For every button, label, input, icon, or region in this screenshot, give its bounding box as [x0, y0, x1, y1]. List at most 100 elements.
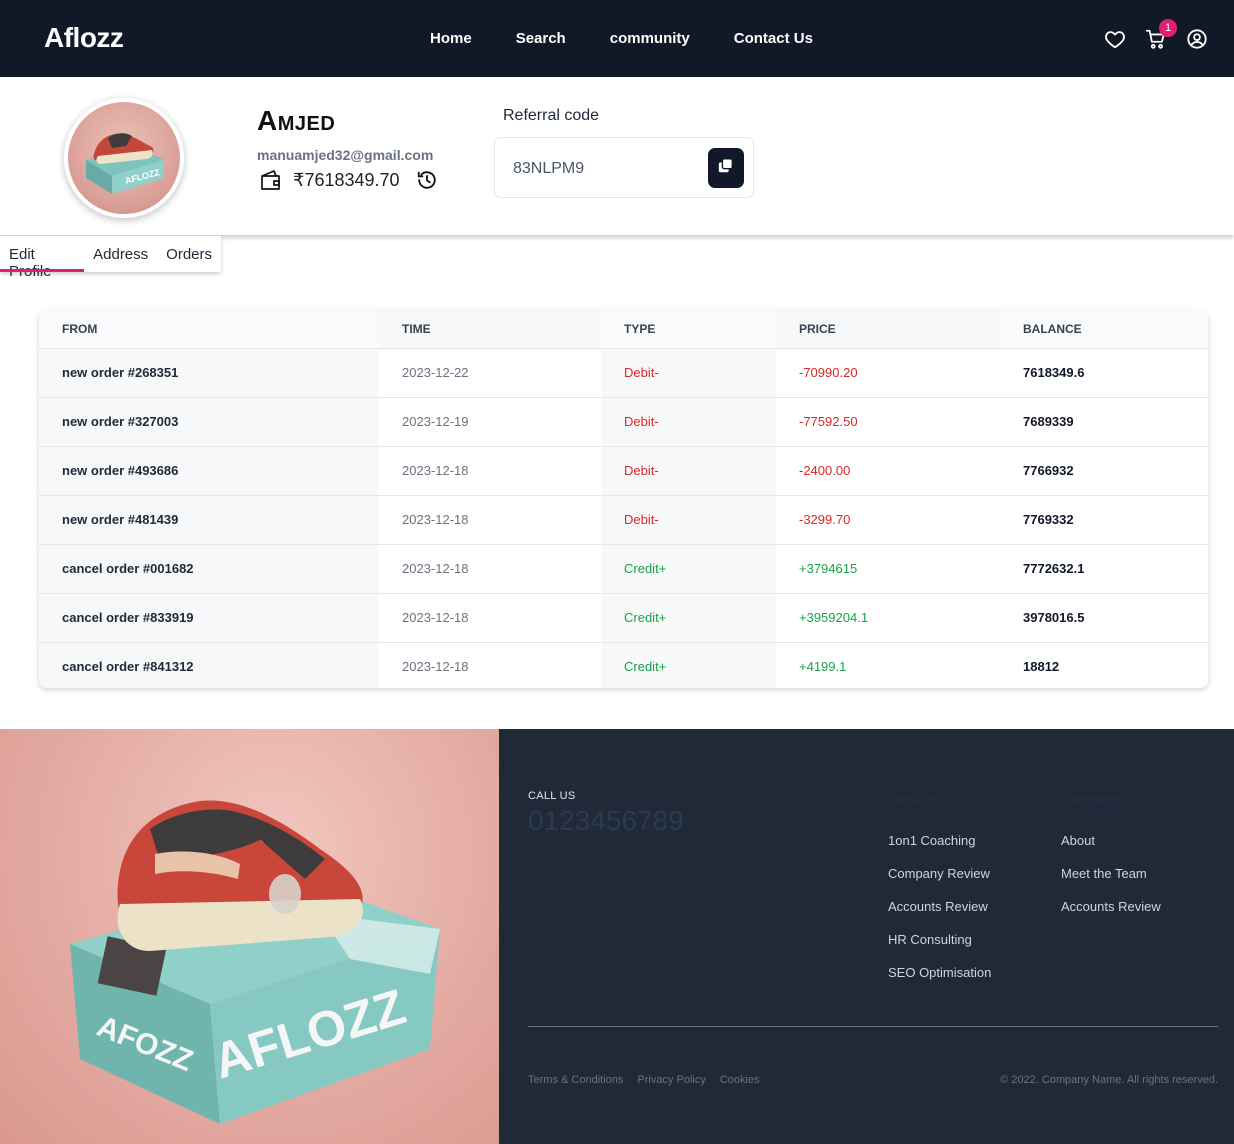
table-header-row: FROM TIME TYPE PRICE BALANCE: [39, 310, 1208, 348]
cart-count-badge: 1: [1159, 19, 1177, 37]
cell-balance: 7766932: [1000, 445, 1208, 495]
column-header-type: TYPE: [601, 310, 776, 348]
site-footer: CALL US 0123456789 Services 1on1 Coachin…: [499, 729, 1234, 1144]
cell-price: -2400.00: [776, 445, 1000, 495]
cell-from: new order #327003: [39, 396, 379, 446]
nav-links: Home Search community Contact Us: [430, 30, 857, 47]
copyright-text: © 2022. Company Name. All rights reserve…: [1000, 1074, 1218, 1086]
table-row: new order #481439 2023-12-18 Debit- -329…: [39, 494, 1208, 544]
footer-link-team[interactable]: Meet the Team: [1061, 866, 1161, 899]
cell-price: +3794615: [776, 543, 1000, 593]
nav-link-community[interactable]: community: [610, 30, 690, 47]
user-email: manuamjed32@gmail.com: [257, 147, 434, 163]
legal-links: Terms & Conditions Privacy Policy Cookie…: [528, 1074, 774, 1086]
footer-divider: [528, 1026, 1218, 1027]
cell-price: -70990.20: [776, 347, 1000, 397]
cell-balance: 3978016.5: [1000, 592, 1208, 642]
cell-balance: 18812: [1000, 641, 1208, 688]
privacy-link[interactable]: Privacy Policy: [637, 1074, 705, 1086]
nav-link-contact[interactable]: Contact Us: [734, 30, 813, 47]
footer-product-image: AFLOZZ AFOZZ: [0, 729, 499, 1144]
cell-balance: 7772632.1: [1000, 543, 1208, 593]
cell-type: Debit-: [601, 396, 776, 446]
services-heading: Services: [888, 791, 942, 807]
footer-link-seo[interactable]: SEO Optimisation: [888, 965, 991, 998]
cell-balance: 7769332: [1000, 494, 1208, 544]
cell-type: Debit-: [601, 445, 776, 495]
call-us-number[interactable]: 0123456789: [528, 805, 684, 837]
cookies-link[interactable]: Cookies: [720, 1074, 760, 1086]
cell-time: 2023-12-22: [379, 347, 601, 397]
cell-from: cancel order #841312: [39, 641, 379, 688]
cell-time: 2023-12-18: [379, 592, 601, 642]
tab-address[interactable]: Address: [84, 236, 157, 272]
cell-time: 2023-12-19: [379, 396, 601, 446]
table-row: cancel order #833919 2023-12-18 Credit+ …: [39, 592, 1208, 642]
cell-time: 2023-12-18: [379, 641, 601, 688]
brand-logo[interactable]: Aflozz: [44, 22, 124, 54]
cell-type: Credit+: [601, 641, 776, 688]
cell-time: 2023-12-18: [379, 494, 601, 544]
services-links: 1on1 Coaching Company Review Accounts Re…: [888, 833, 991, 998]
cell-time: 2023-12-18: [379, 445, 601, 495]
account-icon[interactable]: [1186, 28, 1208, 50]
user-name: Amjed: [257, 105, 336, 136]
wallet-row: ₹7618349.70: [259, 169, 438, 191]
top-navbar: Aflozz Home Search community Contact Us …: [0, 0, 1234, 77]
heart-icon[interactable]: [1104, 28, 1126, 50]
call-us-label: CALL US: [528, 790, 576, 802]
cell-type: Debit-: [601, 347, 776, 397]
footer-link-coaching[interactable]: 1on1 Coaching: [888, 833, 991, 866]
footer-link-about[interactable]: About: [1061, 833, 1161, 866]
cell-type: Credit+: [601, 592, 776, 642]
referral-code: 83NLPM9: [513, 160, 585, 177]
cell-from: new order #493686: [39, 445, 379, 495]
cell-price: +3959204.1: [776, 592, 1000, 642]
cell-from: cancel order #001682: [39, 543, 379, 593]
cell-balance: 7689339: [1000, 396, 1208, 446]
cell-from: cancel order #833919: [39, 592, 379, 642]
cell-balance: 7618349.6: [1000, 347, 1208, 397]
company-links: About Meet the Team Accounts Review: [1061, 833, 1161, 932]
nav-link-home[interactable]: Home: [430, 30, 472, 47]
avatar: AFLOZZ: [64, 98, 184, 218]
history-icon[interactable]: [416, 169, 438, 191]
cell-price: -77592.50: [776, 396, 1000, 446]
column-header-time: TIME: [379, 310, 601, 348]
referral-code-field[interactable]: 83NLPM9: [494, 137, 754, 198]
wallet-transactions-table: FROM TIME TYPE PRICE BALANCE new order #…: [39, 310, 1208, 688]
cell-time: 2023-12-18: [379, 543, 601, 593]
nav-link-search[interactable]: Search: [516, 30, 566, 47]
cell-from: new order #268351: [39, 347, 379, 397]
copy-icon: [717, 157, 735, 180]
footer-link-hr-consulting[interactable]: HR Consulting: [888, 932, 991, 965]
profile-header: AFLOZZ Amjed manuamjed32@gmail.com ₹7618…: [0, 77, 1234, 235]
footer-link-company-review[interactable]: Company Review: [888, 866, 991, 899]
table-row: new order #493686 2023-12-18 Debit- -240…: [39, 445, 1208, 495]
nav-icons: 1: [1085, 19, 1208, 50]
profile-tabs: Edit Profile Address Orders: [0, 236, 221, 280]
column-header-balance: BALANCE: [1000, 310, 1208, 348]
cell-type: Debit-: [601, 494, 776, 544]
terms-link[interactable]: Terms & Conditions: [528, 1074, 623, 1086]
wallet-balance: ₹7618349.70: [293, 169, 400, 190]
tab-edit-profile[interactable]: Edit Profile: [0, 236, 85, 280]
cell-price: -3299.70: [776, 494, 1000, 544]
cell-from: new order #481439: [39, 494, 379, 544]
tab-orders[interactable]: Orders: [157, 236, 221, 272]
table-row: cancel order #001682 2023-12-18 Credit+ …: [39, 543, 1208, 593]
column-header-price: PRICE: [776, 310, 1000, 348]
table-row: new order #268351 2023-12-22 Debit- -709…: [39, 347, 1208, 397]
cart-icon[interactable]: 1: [1145, 19, 1177, 50]
cell-type: Credit+: [601, 543, 776, 593]
copy-referral-button[interactable]: [708, 148, 744, 188]
wallet-icon: [259, 169, 283, 191]
table-row: new order #327003 2023-12-19 Debit- -775…: [39, 396, 1208, 446]
footer-link-accounts-review-2[interactable]: Accounts Review: [1061, 899, 1161, 932]
company-heading: Company: [1061, 791, 1121, 807]
cell-price: +4199.1: [776, 641, 1000, 688]
column-header-from: FROM: [39, 310, 379, 348]
referral-label: Referral code: [503, 107, 600, 124]
footer-link-accounts-review[interactable]: Accounts Review: [888, 899, 991, 932]
table-row: cancel order #841312 2023-12-18 Credit+ …: [39, 641, 1208, 688]
